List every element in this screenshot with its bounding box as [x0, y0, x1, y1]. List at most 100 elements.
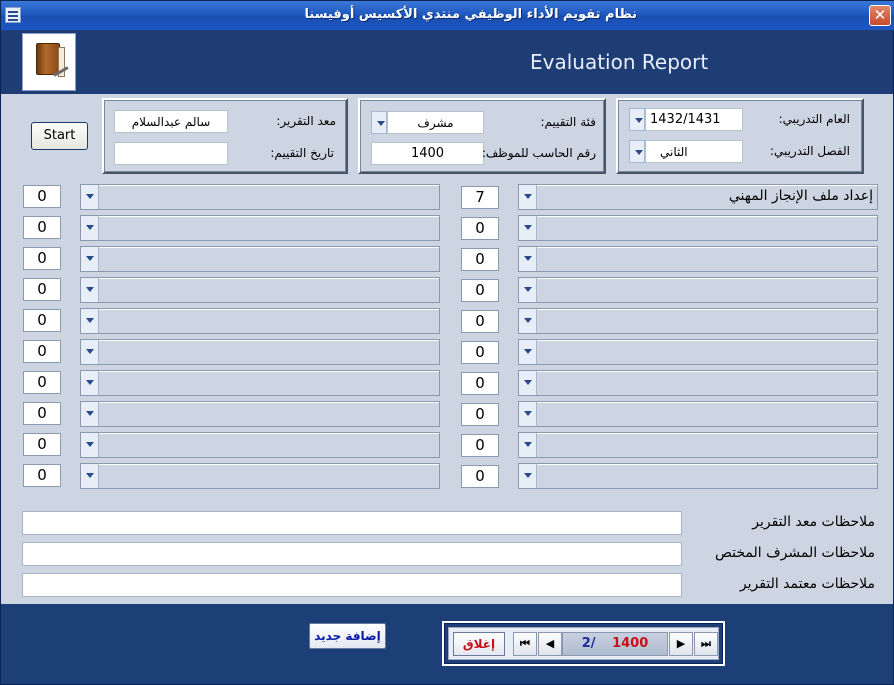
chevron-down-icon[interactable]: [81, 247, 99, 271]
report-header: Evaluation Report: [1, 30, 893, 94]
book-icon: [22, 33, 76, 91]
category-group: مشرف فئة التقييم: 1400 رقم الحاسب للموظف…: [358, 98, 606, 174]
record-of: 2/: [581, 636, 596, 651]
evaluation-date-label: تاريخ التقييم:: [270, 146, 334, 160]
employee-id-field[interactable]: 1400: [371, 142, 484, 165]
title-bar[interactable]: نظام تقويم الأداء الوظيفي منتدي الأكسيس …: [1, 1, 894, 30]
right-score-field[interactable]: 0: [461, 279, 499, 302]
employee-id-label: رقم الحاسب للموظف:: [481, 146, 596, 160]
year-dropdown-arrow[interactable]: [629, 108, 645, 131]
chevron-down-icon[interactable]: [81, 433, 99, 457]
right-score-field[interactable]: 0: [461, 465, 499, 488]
category-field[interactable]: مشرف: [387, 111, 484, 134]
chevron-down-icon[interactable]: [519, 433, 537, 457]
chevron-down-icon[interactable]: [81, 216, 99, 240]
right-criterion-combobox[interactable]: [518, 463, 878, 489]
supervisor-notes-field[interactable]: [22, 542, 682, 566]
window-close-button[interactable]: ✕: [869, 5, 891, 26]
evaluation-date-field[interactable]: [114, 142, 228, 165]
right-criterion-combobox[interactable]: [518, 277, 878, 303]
left-criterion-combobox[interactable]: [80, 339, 440, 365]
left-criterion-combobox[interactable]: [80, 277, 440, 303]
left-criterion-combobox[interactable]: [80, 246, 440, 272]
chevron-down-icon[interactable]: [519, 309, 537, 333]
right-criterion-combobox[interactable]: [518, 215, 878, 241]
left-score-field[interactable]: 0: [23, 247, 61, 270]
right-criterion-combobox[interactable]: [518, 246, 878, 272]
author-group: سالم عبدالسلام معد التقرير: تاريخ التقيي…: [102, 98, 348, 174]
next-record-icon[interactable]: ▶: [669, 632, 693, 656]
left-criterion-combobox[interactable]: [80, 308, 440, 334]
right-criterion-combobox[interactable]: إعداد ملف الإنجاز المهني: [518, 184, 878, 210]
approver-notes-field[interactable]: [22, 573, 682, 597]
left-score-field[interactable]: 0: [23, 371, 61, 394]
record-current: 1400: [612, 636, 649, 651]
chevron-down-icon[interactable]: [519, 247, 537, 271]
year-field[interactable]: 1432/1431: [645, 108, 743, 131]
left-criterion-combobox[interactable]: [80, 215, 440, 241]
category-dropdown-arrow[interactable]: [371, 111, 387, 134]
chevron-down-icon[interactable]: [81, 371, 99, 395]
first-record-icon[interactable]: ⏮: [513, 632, 537, 656]
chevron-down-icon[interactable]: [519, 340, 537, 364]
author-field[interactable]: سالم عبدالسلام: [114, 110, 228, 133]
left-criterion-combobox[interactable]: [80, 432, 440, 458]
evaluation-window: نظام تقويم الأداء الوظيفي منتدي الأكسيس …: [0, 0, 894, 685]
chevron-down-icon[interactable]: [519, 216, 537, 240]
chevron-down-icon[interactable]: [81, 309, 99, 333]
chevron-down-icon[interactable]: [519, 278, 537, 302]
right-score-field[interactable]: 0: [461, 310, 499, 333]
left-score-field[interactable]: 0: [23, 216, 61, 239]
left-score-field[interactable]: 0: [23, 185, 61, 208]
right-criterion-combobox[interactable]: [518, 432, 878, 458]
right-criterion-combobox[interactable]: [518, 339, 878, 365]
right-score-field[interactable]: 0: [461, 372, 499, 395]
chevron-down-icon[interactable]: [81, 185, 99, 209]
semester-field[interactable]: الثاني: [645, 140, 743, 163]
author-notes-field[interactable]: [22, 511, 682, 535]
app-menu-icon[interactable]: [5, 7, 21, 23]
semester-dropdown-arrow[interactable]: [629, 140, 645, 163]
category-label: فئة التقييم:: [540, 115, 596, 129]
right-score-field[interactable]: 0: [461, 217, 499, 240]
chevron-down-icon[interactable]: [519, 185, 537, 209]
supervisor-notes-label: ملاحظات المشرف المختص: [715, 545, 875, 561]
chevron-down-icon[interactable]: [519, 464, 537, 488]
right-score-field[interactable]: 7: [461, 186, 499, 209]
chevron-down-icon[interactable]: [81, 278, 99, 302]
right-score-field[interactable]: 0: [461, 434, 499, 457]
right-criterion-label: إعداد ملف الإنجاز المهني: [728, 188, 873, 204]
right-score-field[interactable]: 0: [461, 248, 499, 271]
left-criterion-combobox[interactable]: [80, 401, 440, 427]
record-indicator: 2/ 1400: [562, 632, 668, 656]
chevron-down-icon[interactable]: [81, 464, 99, 488]
left-score-field[interactable]: 0: [23, 309, 61, 332]
report-title: Evaluation Report: [530, 50, 709, 74]
right-criterion-combobox[interactable]: [518, 401, 878, 427]
year-label: العام التدريبي:: [778, 112, 850, 126]
left-score-field[interactable]: 0: [23, 464, 61, 487]
previous-record-icon[interactable]: ◀: [538, 632, 562, 656]
chevron-down-icon[interactable]: [519, 371, 537, 395]
left-score-field[interactable]: 0: [23, 402, 61, 425]
right-score-field[interactable]: 0: [461, 403, 499, 426]
right-criterion-combobox[interactable]: [518, 370, 878, 396]
left-score-field[interactable]: 0: [23, 278, 61, 301]
left-criterion-combobox[interactable]: [80, 463, 440, 489]
left-criterion-combobox[interactable]: [80, 370, 440, 396]
form-body: Start سالم عبدالسلام معد التقرير: تاريخ …: [1, 94, 893, 604]
author-notes-label: ملاحظات معد التقرير: [752, 514, 875, 530]
start-button[interactable]: Start: [31, 122, 88, 150]
left-criterion-combobox[interactable]: [80, 184, 440, 210]
last-record-icon[interactable]: ⏭: [694, 632, 718, 656]
right-score-field[interactable]: 0: [461, 341, 499, 364]
left-score-field[interactable]: 0: [23, 340, 61, 363]
left-score-field[interactable]: 0: [23, 433, 61, 456]
close-form-button[interactable]: إغلاق: [453, 632, 505, 656]
chevron-down-icon[interactable]: [81, 340, 99, 364]
right-criterion-combobox[interactable]: [518, 308, 878, 334]
chevron-down-icon[interactable]: [81, 402, 99, 426]
approver-notes-label: ملاحظات معتمد التقرير: [739, 576, 875, 592]
add-new-button[interactable]: إضافة جديد: [309, 623, 386, 649]
chevron-down-icon[interactable]: [519, 402, 537, 426]
